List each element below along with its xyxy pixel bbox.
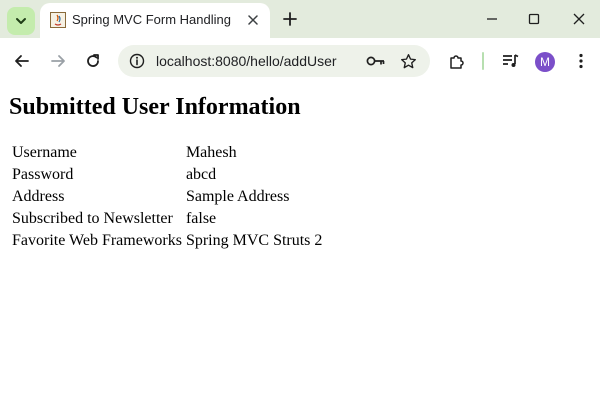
address-bar[interactable]: localhost:8080/hello/addUser (118, 45, 430, 77)
extensions-puzzle-icon[interactable] (446, 50, 468, 72)
row-value: abcd (185, 166, 217, 183)
profile-avatar[interactable]: M (535, 52, 555, 72)
chevron-down-icon (15, 15, 27, 27)
java-favicon-icon (50, 12, 66, 28)
table-row: Subscribed to Newsletter false (11, 209, 323, 229)
close-tab-icon[interactable] (244, 11, 262, 29)
row-label: Address (12, 188, 65, 205)
table-row: Favorite Web Frameworks Spring MVC Strut… (11, 231, 323, 251)
back-arrow-icon[interactable] (11, 50, 33, 72)
page-content: Submitted User Information Username Mahe… (0, 86, 600, 399)
table-row: Username Mahesh (11, 143, 323, 163)
forward-arrow-icon[interactable] (47, 50, 69, 72)
row-label: Favorite Web Frameworks (12, 232, 182, 249)
row-value: Mahesh (185, 144, 237, 161)
tab-active[interactable]: Spring MVC Form Handling (40, 3, 270, 38)
user-info-table: Username Mahesh Password abcd Address Sa… (9, 141, 325, 253)
tab-search-button[interactable] (7, 7, 35, 35)
toolbar: localhost:8080/hello/addUser M (0, 38, 600, 86)
tab-strip: Spring MVC Form Handling (0, 0, 600, 38)
browser-chrome: Spring MVC Form Handling localhost:8080/… (0, 0, 600, 86)
row-label: Subscribed to Newsletter (12, 210, 173, 227)
row-value: false (185, 210, 217, 227)
row-label: Password (12, 166, 74, 183)
maximize-icon[interactable] (524, 9, 544, 29)
tab-title: Spring MVC Form Handling (72, 12, 231, 27)
row-label: Username (12, 144, 77, 161)
toolbar-divider (482, 52, 484, 70)
password-key-icon[interactable] (366, 52, 386, 70)
table-row: Password abcd (11, 165, 323, 185)
reload-icon[interactable] (82, 50, 104, 72)
site-info-icon[interactable] (128, 52, 146, 70)
table-row: Address Sample Address (11, 187, 323, 207)
row-value: Sample Address (185, 188, 290, 205)
url-text[interactable]: localhost:8080/hello/addUser (156, 53, 337, 69)
media-queue-icon[interactable] (500, 50, 522, 72)
row-value: Spring MVC Struts 2 (185, 232, 323, 249)
bookmark-star-icon[interactable] (398, 51, 418, 71)
new-tab-icon[interactable] (280, 9, 300, 29)
page-title: Submitted User Information (9, 94, 301, 120)
minimize-icon[interactable] (482, 9, 502, 29)
menu-kebab-icon[interactable] (570, 50, 592, 72)
close-window-icon[interactable] (569, 9, 589, 29)
